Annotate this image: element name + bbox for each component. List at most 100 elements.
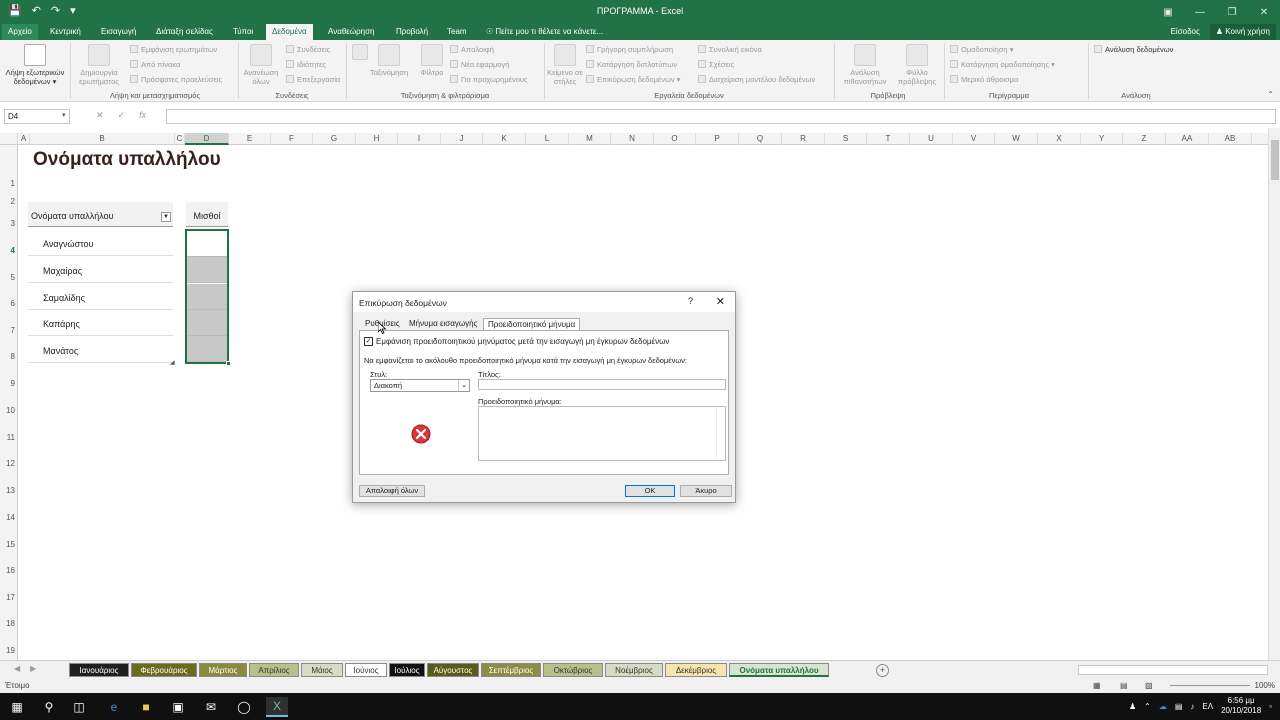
people-icon[interactable]: ♟ (1129, 702, 1136, 711)
row-header[interactable]: 5 (0, 273, 18, 282)
sheet-tab[interactable]: Δεκέμβριος (665, 663, 727, 677)
column-header[interactable]: H (356, 133, 398, 145)
group-button[interactable]: Ομαδοποίηση ▾ (950, 45, 1013, 54)
sheet-tab[interactable]: Ιανουάριος (69, 663, 129, 677)
page-layout-view-icon[interactable]: ▤ (1120, 681, 1128, 690)
column-header[interactable]: S (825, 133, 867, 145)
tell-me-box[interactable]: ☉ Πείτε μου τι θέλετε να κάνετε... (480, 24, 609, 40)
row-header[interactable]: 10 (0, 406, 18, 415)
formula-input[interactable] (166, 109, 1276, 124)
column-header[interactable]: Y (1081, 133, 1123, 145)
fill-handle[interactable] (226, 361, 231, 366)
zoom-slider[interactable] (1170, 685, 1250, 686)
volume-icon[interactable]: ♪ (1190, 702, 1194, 711)
advanced-button[interactable]: Για προχωρημένους (450, 75, 528, 84)
cancel-button[interactable]: Άκυρο (680, 485, 732, 497)
dialog-close-icon[interactable]: ✕ (716, 295, 725, 308)
sort-button[interactable]: Ταξινόμηση (366, 44, 412, 77)
close-icon[interactable]: ✕ (1248, 0, 1280, 24)
tab-team[interactable]: Team (441, 24, 473, 40)
table-resize-handle[interactable]: ◢ (170, 359, 175, 366)
flash-fill-button[interactable]: Γρήγορη συμπλήρωση (586, 45, 673, 54)
sheet-tab[interactable]: Ιούλιος (389, 663, 425, 677)
row-header[interactable]: 2 (0, 197, 18, 206)
sheet-tab[interactable]: Σεπτέμβριος (481, 663, 541, 677)
normal-view-icon[interactable]: ▦ (1093, 681, 1101, 690)
store-icon[interactable]: ▣ (167, 697, 189, 717)
zoom-level[interactable]: 100% (1255, 681, 1275, 690)
help-icon[interactable]: ? (688, 296, 693, 306)
consolidate-button[interactable]: Συνολική εικόνα (698, 45, 762, 54)
salary-cell[interactable] (187, 310, 227, 336)
text-to-columns-button[interactable]: Κείμενο σε στήλες (546, 44, 584, 86)
column-header[interactable]: R (782, 133, 825, 145)
tab-view[interactable]: Προβολή (390, 24, 434, 40)
row-header[interactable]: 14 (0, 513, 18, 522)
select-all-corner[interactable] (0, 133, 18, 145)
recent-sources-button[interactable]: Πρόσφατες προελεύσεις (130, 75, 222, 84)
row-header[interactable]: 6 (0, 299, 18, 308)
row-header[interactable]: 13 (0, 486, 18, 495)
edit-links-button[interactable]: Επεξεργασία (286, 75, 340, 84)
sheet-tab[interactable]: Ιούνιος (345, 663, 387, 677)
style-select[interactable]: Διακοπή ⌄ (370, 379, 470, 392)
row-header[interactable]: 17 (0, 593, 18, 602)
column-header[interactable]: X (1038, 133, 1081, 145)
sheet-tab[interactable]: Αύγουστος (427, 663, 479, 677)
column-header[interactable]: B (30, 133, 175, 145)
task-view-icon[interactable]: ◫ (68, 697, 90, 717)
row-header[interactable]: 4 (0, 246, 18, 255)
column-header[interactable]: E (229, 133, 271, 145)
sheet-tab[interactable]: Μάιος (301, 663, 343, 677)
show-error-checkbox-row[interactable]: ✓ Εμφάνιση προειδοποιητικού μηνύματος με… (364, 337, 669, 346)
row-header[interactable]: 18 (0, 619, 18, 628)
textarea-scrollbar[interactable] (716, 407, 725, 460)
vertical-scrollbar[interactable] (1268, 128, 1280, 660)
what-if-analysis-button[interactable]: Ανάλυση πιθανοτήτων (836, 44, 894, 86)
properties-button[interactable]: Ιδιότητες (286, 60, 326, 69)
filter-dropdown-icon[interactable]: ▼ (161, 212, 171, 222)
tab-review[interactable]: Αναθεώρηση (322, 24, 380, 40)
column-header[interactable]: C (175, 133, 185, 145)
minimize-icon[interactable]: — (1184, 0, 1216, 24)
column-header[interactable]: L (526, 133, 569, 145)
column-header[interactable]: I (398, 133, 441, 145)
salary-cell-active[interactable] (187, 231, 227, 257)
tab-formulas[interactable]: Τύποι (227, 24, 259, 40)
windows-start-icon[interactable]: ▦ (6, 697, 28, 717)
sheet-tab[interactable]: Οκτώβριος (543, 663, 603, 677)
row-header[interactable]: 11 (0, 433, 18, 442)
column-header[interactable]: K (483, 133, 526, 145)
forecast-sheet-button[interactable]: Φύλλο πρόβλεψης (894, 44, 940, 86)
selected-salary-range[interactable] (185, 229, 229, 364)
language-indicator[interactable]: ΕΛ (1202, 702, 1213, 711)
row-header[interactable]: 19 (0, 646, 18, 655)
restore-icon[interactable]: ❐ (1216, 0, 1248, 24)
name-box-dropdown-icon[interactable]: ▾ (62, 111, 66, 119)
column-header[interactable]: AB (1209, 133, 1252, 145)
show-queries-button[interactable]: Εμφάνιση ερωτημάτων (130, 45, 217, 54)
share-button[interactable]: ♟ Κοινή χρήση (1209, 24, 1276, 40)
column-header[interactable]: J (441, 133, 483, 145)
sheet-tab[interactable]: Μάρτιος (199, 663, 247, 677)
column-header[interactable]: F (271, 133, 313, 145)
sheet-tab[interactable]: Ονόματα υπαλλήλου (729, 663, 829, 677)
column-header[interactable]: N (611, 133, 654, 145)
filter-button[interactable]: Φίλτρο (414, 44, 450, 77)
scroll-tabs-left-icon[interactable]: ◀ (14, 664, 20, 673)
clear-all-button[interactable]: Απαλοιφή όλων (359, 485, 425, 497)
add-sheet-icon[interactable]: + (876, 664, 889, 677)
alert-title-input[interactable] (478, 379, 726, 390)
insert-function-icon[interactable]: fx (139, 110, 146, 121)
page-break-view-icon[interactable]: ▧ (1145, 681, 1153, 690)
column-header[interactable]: Z (1123, 133, 1166, 145)
column-header[interactable]: P (696, 133, 739, 145)
column-header[interactable]: M (569, 133, 611, 145)
connections-button[interactable]: Συνδέσεις (286, 45, 330, 54)
scrollbar-thumb[interactable] (1271, 140, 1279, 180)
horizontal-scrollbar[interactable] (1078, 665, 1268, 675)
clock[interactable]: 6:56 μμ 20/10/2018 (1221, 696, 1261, 716)
salary-cell[interactable] (187, 336, 227, 362)
chevron-down-icon[interactable]: ⌄ (458, 380, 469, 391)
row-header[interactable]: 7 (0, 326, 18, 335)
